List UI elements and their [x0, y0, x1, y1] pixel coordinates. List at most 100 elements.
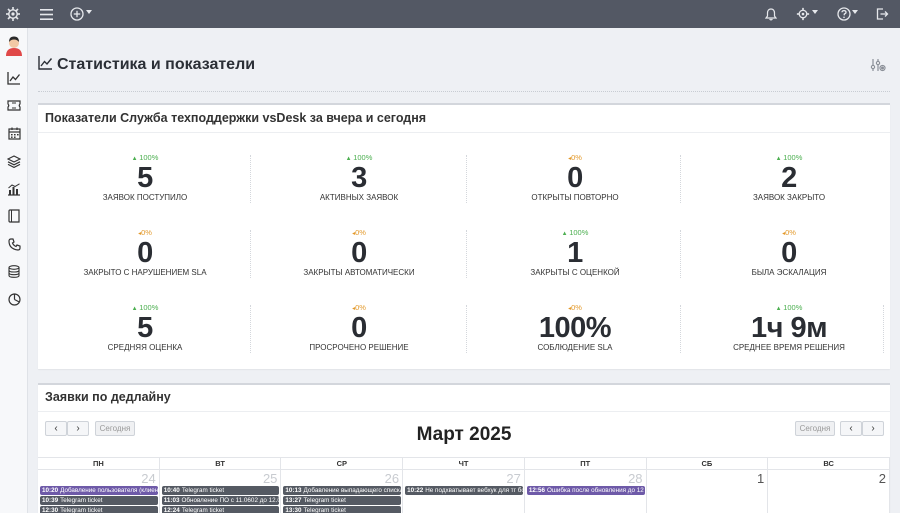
kpi-label: Заявок закрыто: [752, 193, 826, 202]
kpi-value: 0: [351, 237, 367, 269]
kpi-separator: [466, 155, 467, 203]
kpi-label: Активных заявок: [319, 193, 399, 202]
layers-icon[interactable]: [6, 153, 22, 169]
kpi-tile: ◂0% 0 Была эскалация: [682, 228, 896, 284]
kpi-delta-value: 100%: [139, 303, 159, 312]
event-title: Не подхватывает вебхук для тг бота: [425, 487, 523, 494]
plus-circle-icon[interactable]: [67, 4, 87, 24]
header-divider: [38, 91, 890, 92]
bar-chart-icon[interactable]: [6, 181, 22, 197]
kpi-tile: ▲ 100% 1 Закрыты с оценкой: [468, 228, 682, 284]
hamburger-menu-icon[interactable]: [36, 4, 56, 24]
kpi-label: Закрыты автоматически: [303, 268, 415, 277]
kpi-tile: ◂0% 0 Закрыто с нарушением SLA: [38, 228, 252, 284]
calendar-event[interactable]: 10:20 Добавление пользователя (клиента): [40, 486, 158, 495]
card-divider: [38, 411, 890, 412]
kpi-delta-value: 0%: [355, 303, 366, 312]
event-title: Telegram ticket: [303, 497, 346, 504]
calendar-event[interactable]: 13:30 Telegram ticket: [283, 506, 402, 513]
calendar-event[interactable]: 10:40 Telegram ticket: [161, 486, 280, 495]
calendar-day-cell[interactable]: 2: [768, 470, 890, 513]
weekday-header: СБ: [646, 457, 769, 470]
database-icon[interactable]: [6, 263, 22, 279]
day-number[interactable]: 25: [263, 471, 277, 486]
next-month-button-right[interactable]: ›: [862, 421, 884, 436]
day-number[interactable]: 1: [757, 471, 764, 486]
calendar-day-cell[interactable]: 27 10:22 Не подхватывает вебхук для тг бот…: [403, 470, 525, 513]
kpi-delta-value: 0%: [141, 228, 152, 237]
kpi-delta-value: 0%: [355, 228, 366, 237]
kpi-tile: ▲ 100% 1ч 9м Среднее время решения: [682, 303, 896, 359]
kpi-tile: ◂0% 0 Закрыты автоматически: [252, 228, 466, 284]
chevron-right-icon: ›: [871, 422, 875, 434]
help-circle-icon[interactable]: [834, 4, 854, 24]
calendar-event[interactable]: 11:03 Обновление ПО с 11.0602 до 12.0: [161, 496, 280, 505]
chevron-down-icon[interactable]: [812, 10, 818, 14]
event-time: 13:27: [285, 497, 302, 504]
today-button-right[interactable]: Сегодня: [795, 421, 835, 436]
line-chart-icon[interactable]: [6, 70, 22, 86]
event-time: 10:40: [163, 487, 180, 494]
chevron-down-icon[interactable]: [86, 10, 92, 14]
calendar-day-cell[interactable]: 24 10:20 Добавление пользователя (клиента)…: [38, 470, 160, 513]
kpi-separator: [680, 230, 681, 278]
phone-icon[interactable]: [6, 236, 22, 252]
kpi-separator: [466, 305, 467, 353]
kpi-label: Была эскалация: [751, 268, 827, 277]
kpi-separator: [883, 305, 884, 353]
kpi-separator: [250, 155, 251, 203]
ticket-icon[interactable]: [6, 97, 22, 113]
event-title: Telegram ticket: [181, 487, 225, 494]
day-number[interactable]: 28: [628, 471, 642, 486]
book-icon[interactable]: [6, 208, 22, 224]
kpi-delta-value: 100%: [569, 228, 589, 237]
kpi-value: 0: [781, 237, 797, 269]
calendar-event[interactable]: 10:39 Telegram ticket: [40, 496, 158, 505]
line-chart-icon: [38, 55, 53, 75]
event-time: 13:30: [285, 507, 302, 513]
calendar-day-cell[interactable]: 25 10:40 Telegram ticket 11:03 Обновление ПО…: [160, 470, 282, 513]
kpi-tile: ◂0% 0 Открыты повторно: [468, 153, 682, 209]
weekday-header: ВТ: [159, 457, 282, 470]
bell-icon[interactable]: [761, 4, 781, 24]
calendar-day-cell[interactable]: 28 12:56 Ошибка после обновления до 12: [525, 470, 647, 513]
kpi-delta-value: 100%: [783, 303, 803, 312]
kpi-separator: [250, 230, 251, 278]
pie-chart-icon[interactable]: [6, 291, 22, 307]
day-number[interactable]: 26: [385, 471, 399, 486]
calendar-event[interactable]: 10:13 Добавление выпадающего списка: [283, 486, 402, 495]
chevron-down-icon[interactable]: [852, 10, 858, 14]
calendar-event[interactable]: 12:56 Ошибка после обновления до 12: [526, 486, 645, 495]
settings-gear-icon[interactable]: [793, 4, 813, 24]
kpi-value: 0: [351, 312, 367, 344]
avatar[interactable]: [4, 34, 24, 56]
calendar-day-cell[interactable]: 1: [647, 470, 769, 513]
day-number[interactable]: 27: [506, 471, 520, 486]
kpi-separator: [466, 230, 467, 278]
kpi-label: Закрыты с оценкой: [530, 268, 620, 277]
gear-logo-icon[interactable]: [3, 4, 23, 24]
event-title: Telegram ticket: [60, 507, 103, 513]
calendar-event[interactable]: 13:27 Telegram ticket: [283, 496, 402, 505]
page-title: Статистика и показатели: [57, 56, 256, 73]
calendar-event[interactable]: 10:22 Не подхватывает вебхук для тг бота: [405, 486, 523, 495]
dashboard-settings-icon[interactable]: [870, 58, 886, 74]
calendar-icon[interactable]: [6, 125, 22, 141]
event-title: Добавление пользователя (клиента): [60, 487, 158, 494]
kpi-tile: ▲ 100% 5 Заявок поступило: [38, 153, 252, 209]
logout-icon[interactable]: [872, 4, 892, 24]
chevron-left-icon: ‹: [849, 422, 853, 434]
day-number[interactable]: 2: [879, 471, 886, 486]
calendar-event[interactable]: 12:30 Telegram ticket: [40, 506, 158, 513]
kpi-label: Закрыто с нарушением SLA: [83, 268, 207, 277]
kpi-value: 1ч 9м: [750, 312, 828, 344]
calendar-day-cell[interactable]: 26 10:13 Добавление выпадающего списка 13:2…: [281, 470, 404, 513]
kpi-delta-value: 0%: [785, 228, 796, 237]
calendar-event[interactable]: 12:24 Telegram ticket: [161, 506, 280, 513]
kpi-label: Среднее время решения: [733, 343, 845, 352]
day-number[interactable]: 24: [141, 471, 155, 486]
kpi-value: 5: [137, 312, 153, 344]
prev-month-button-right[interactable]: ‹: [840, 421, 862, 436]
weekday-header: ПТ: [524, 457, 647, 470]
weekday-header: СР: [281, 457, 404, 470]
